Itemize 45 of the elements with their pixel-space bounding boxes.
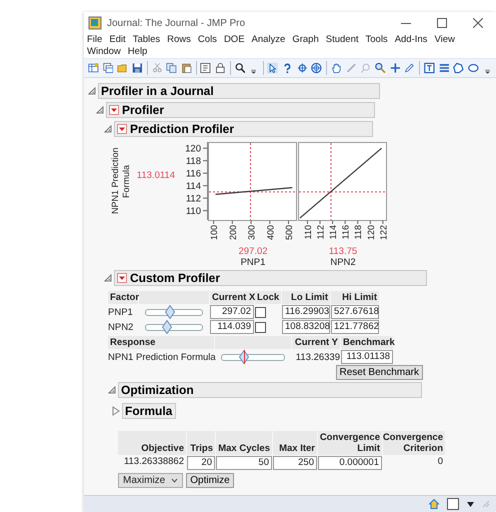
tick-label: 500 <box>284 225 294 240</box>
axis-title: NPN2 <box>330 257 356 268</box>
tick-label: 114 <box>328 225 338 240</box>
tick-label: 118 <box>353 225 364 240</box>
column-header: Lock <box>255 291 281 304</box>
column-header: Convergence Limit <box>318 431 382 455</box>
column-header: Trips <box>187 431 215 455</box>
tick-label: 110 <box>302 225 313 240</box>
column-header: Hi Limit <box>331 291 379 304</box>
tick-label: 400 <box>265 225 276 240</box>
table-cell-text: 0 <box>436 456 444 468</box>
tick-label: 120 <box>366 225 376 240</box>
window-title: Journal: The Journal - JMP Pro <box>107 18 246 28</box>
column-header: Current X <box>210 291 254 304</box>
tick-label: 200 <box>228 225 238 240</box>
current-value: 297.02 <box>238 246 268 257</box>
factor-name: NPN2 <box>108 322 134 332</box>
response-name: NPN1 Prediction Formula <box>108 352 214 362</box>
tick-label: 112 <box>186 194 201 205</box>
column-header: Response <box>108 336 214 349</box>
current-value: 113.26339 <box>294 352 340 362</box>
tick-label: 116 <box>340 225 351 240</box>
tick-label: 112 <box>316 225 326 240</box>
column-header: Current Y <box>292 336 340 349</box>
tick-label: 100 <box>209 225 220 240</box>
current-value: 113.0114 <box>136 170 175 180</box>
column-header: Benchmark <box>341 336 393 349</box>
column-header: Lo Limit <box>282 291 330 304</box>
axis-title: PNP1 <box>240 257 266 268</box>
tick-label: 300 <box>246 225 257 240</box>
current-value: 113.75 <box>328 246 358 257</box>
column-header: Objective <box>118 431 186 455</box>
column-header: Max Cycles <box>216 431 272 455</box>
column-header: Factor <box>108 291 138 304</box>
tick-label: 114 <box>186 181 201 192</box>
tick-label: 118 <box>186 156 201 168</box>
table-cell-text: 113.26338862 <box>122 456 185 468</box>
tick-label: 120 <box>185 144 201 155</box>
column-header: Max Iter <box>273 431 317 455</box>
tick-label: 122 <box>378 225 388 240</box>
tick-label: 110 <box>186 206 201 218</box>
column-header: Convergence Criterion <box>383 431 445 455</box>
tick-label: 116 <box>186 168 201 180</box>
axis-title: NPN1 Prediction Formula <box>110 146 132 216</box>
factor-name: PNP1 <box>108 306 134 318</box>
